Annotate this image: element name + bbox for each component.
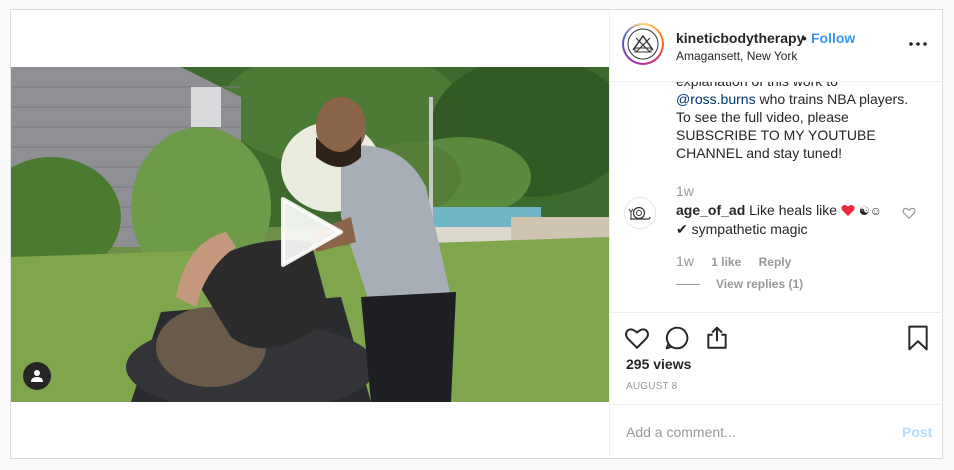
red-heart-emoji-icon [841,205,855,216]
add-comment-bar: Add a comment... Post [610,404,943,459]
caption-line-0: explanation of this work to [676,82,916,90]
view-replies-label: View replies (1) [716,277,804,291]
comment-avatar[interactable] [624,197,656,229]
caption-text: who trains NBA players. [755,91,909,107]
avatar-inner [624,25,662,63]
share-icon [707,326,727,349]
post-location[interactable]: Amagansett, New York [676,49,797,63]
post-video[interactable] [11,67,609,402]
comment-button[interactable] [664,325,690,351]
post-sidebar: kineticbodytherapy • Follow Amagansett, … [609,10,943,458]
post-header: kineticbodytherapy • Follow Amagansett, … [610,10,943,82]
post-comment-button[interactable]: Post [902,424,932,440]
comment-timestamp[interactable]: 1w [676,253,694,269]
follow-button[interactable]: Follow [811,30,855,46]
caption-line-1: @ross.burns who trains NBA players. [676,90,916,108]
comment-meta: 1w 1 like Reply [676,253,805,269]
heart-icon [625,328,649,349]
add-comment-input[interactable]: Add a comment... [626,424,876,440]
play-icon [281,197,343,267]
instagram-post: kineticbodytherapy • Follow Amagansett, … [10,9,943,459]
comment-emojis: ☯☺ [858,204,882,218]
heart-outline-icon [902,207,916,220]
view-replies-button[interactable]: View replies (1) [676,277,803,291]
mention-link[interactable]: @ross.burns [676,91,756,107]
save-button[interactable] [906,325,932,351]
post-caption: explanation of this work to @ross.burns … [676,82,916,162]
view-count[interactable]: 295 views [626,356,691,372]
bookmark-icon [908,325,928,351]
comments-section[interactable]: explanation of this work to @ross.burns … [610,82,943,311]
reply-button[interactable]: Reply [759,255,792,269]
like-button[interactable] [624,325,650,351]
brand-logo-icon [627,28,659,60]
comment-item: age_of_ad Like heals like ☯☺ ✔ sympathet… [676,201,896,238]
play-button[interactable] [279,197,345,267]
avatar[interactable] [622,23,664,65]
replies-divider-line [676,284,700,286]
post-date[interactable]: AUGUST 8 [626,381,677,392]
post-username[interactable]: kineticbodytherapy [676,30,804,46]
caption-timestamp[interactable]: 1w [676,183,694,199]
share-button[interactable] [704,325,730,351]
comment-icon [665,326,689,350]
comment-text-2: ✔ sympathetic magic [676,221,808,237]
comment-likes[interactable]: 1 like [711,255,741,269]
snail-avatar-icon [628,206,651,220]
more-options-icon [909,42,927,46]
like-comment-button[interactable] [902,206,916,220]
user-tag-button[interactable] [23,362,51,390]
user-tag-icon [31,370,43,382]
comment-username[interactable]: age_of_ad [676,202,745,218]
more-options-button[interactable] [908,36,928,52]
caption-rest: To see the full video, please SUBSCRIBE … [676,109,876,161]
separator-dot: • [802,30,807,46]
comment-text: Like heals like [749,202,838,218]
